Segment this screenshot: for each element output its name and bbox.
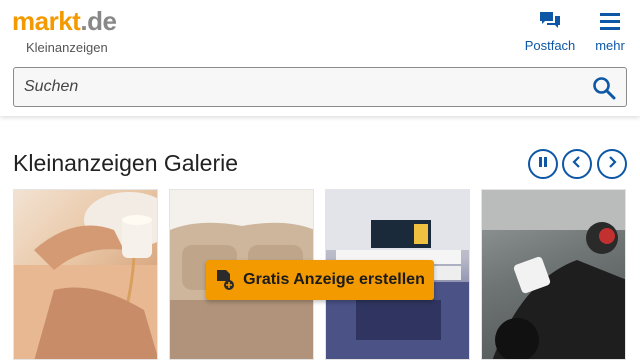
- chevron-left-icon: [571, 155, 583, 174]
- gallery-item-motorcycle[interactable]: [481, 189, 626, 360]
- postfach-label: Postfach: [524, 38, 576, 53]
- logo-brand: markt: [12, 6, 81, 36]
- search-icon[interactable]: [592, 76, 616, 100]
- chevron-right-icon: [606, 155, 618, 174]
- mehr-label: mehr: [595, 38, 625, 53]
- hamburger-menu-icon: [596, 8, 624, 34]
- search-input[interactable]: [14, 68, 584, 106]
- motorcycle-photo: [482, 190, 625, 359]
- document-add-icon: [215, 269, 235, 291]
- mehr-button[interactable]: mehr: [590, 8, 630, 56]
- create-ad-button[interactable]: Gratis Anzeige erstellen: [206, 260, 434, 300]
- logo-tld: de: [87, 6, 117, 36]
- gallery-item-massage[interactable]: [13, 189, 158, 360]
- logo-tagline: Kleinanzeigen: [26, 40, 108, 55]
- gallery-pause-button[interactable]: [528, 149, 558, 179]
- massage-photo: [14, 192, 157, 359]
- gallery-next-button[interactable]: [597, 149, 627, 179]
- postfach-button[interactable]: Postfach: [520, 8, 580, 56]
- site-header: markt.de Kleinanzeigen Postfach mehr: [0, 0, 640, 116]
- gallery-title: Kleinanzeigen Galerie: [13, 150, 239, 176]
- gallery-prev-button[interactable]: [562, 149, 592, 179]
- create-ad-label: Gratis Anzeige erstellen: [243, 271, 425, 288]
- pause-icon: [537, 155, 549, 173]
- chat-icon: [536, 8, 564, 34]
- search-bar: [13, 67, 627, 107]
- site-logo[interactable]: markt.de: [12, 6, 117, 37]
